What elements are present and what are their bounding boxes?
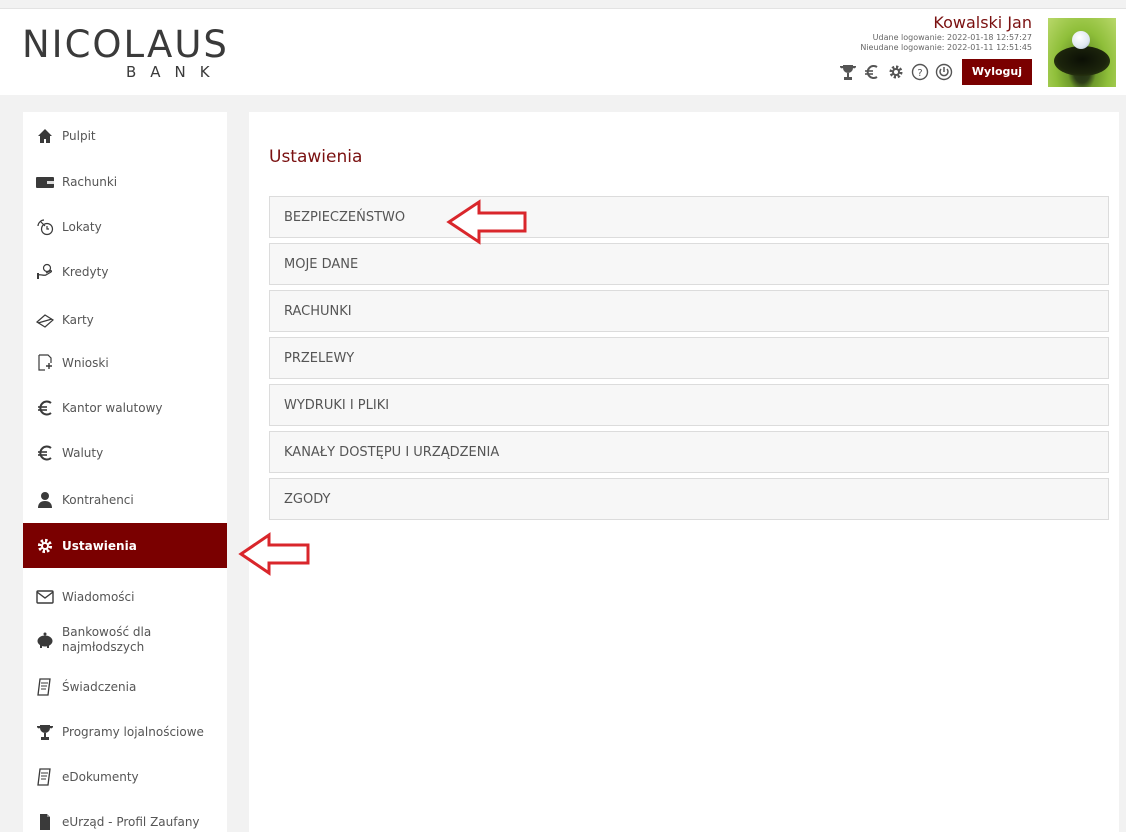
sidebar-item-label: Kontrahenci [62, 493, 134, 507]
sidebar-item-ustawienia[interactable]: Ustawienia [23, 523, 227, 568]
user-name: Kowalski Jan [933, 13, 1032, 32]
sidebar-item-kredyty[interactable]: Kredyty [23, 260, 227, 284]
sidebar-item-kantor-walutowy[interactable]: Kantor walutowy [23, 396, 227, 420]
sidebar-item-swiadczenia[interactable]: Świadczenia [23, 675, 227, 699]
settings-item-zgody[interactable]: ZGODY [269, 478, 1109, 520]
avatar[interactable] [1048, 18, 1116, 87]
success-login-info: Udane logowanie: 2022-01-18 12:57:27 [872, 33, 1032, 42]
euro-icon [36, 444, 54, 462]
trusted-profile-icon [36, 813, 54, 831]
user-info: Kowalski Jan Udane logowanie: 2022-01-18… [838, 13, 1032, 85]
logo-sub: BANK [126, 63, 224, 81]
sidebar-item-label: Lokaty [62, 220, 102, 234]
sidebar-item-lokaty[interactable]: Lokaty [23, 215, 227, 239]
sidebar-item-wnioski[interactable]: Wnioski [23, 351, 227, 375]
page-title: Ustawienia [269, 147, 363, 167]
main-panel: Ustawienia BEZPIECZEŃSTWO MOJE DANE RACH… [249, 112, 1119, 832]
sidebar-item-waluty[interactable]: Waluty [23, 441, 227, 465]
header: NICOLAUS BANK Kowalski Jan Udane logowan… [0, 9, 1126, 95]
trophy-icon[interactable] [838, 62, 858, 82]
sidebar-item-label: Rachunki [62, 175, 118, 189]
card-icon [36, 311, 54, 329]
euro-icon [36, 399, 54, 417]
settings-item-moje-dane[interactable]: MOJE DANE [269, 243, 1109, 285]
help-icon[interactable]: ? [910, 62, 930, 82]
sidebar-item-label: eUrząd - Profil Zaufany [62, 815, 200, 829]
sidebar-item-label: Ustawienia [62, 538, 137, 553]
arrow-annotation-icon [238, 532, 310, 576]
sidebar-item-label: Wnioski [62, 356, 109, 370]
settings-item-rachunki[interactable]: RACHUNKI [269, 290, 1109, 332]
sidebar: Pulpit Rachunki Lokaty Kredyty Karty Wni… [23, 112, 227, 832]
settings-item-kanaly-dostepu[interactable]: KANAŁY DOSTĘPU I URZĄDZENIA [269, 431, 1109, 473]
sidebar-item-edokumenty[interactable]: eDokumenty [23, 765, 227, 789]
svg-text:?: ? [917, 68, 922, 79]
header-icons: ? Wyloguj [838, 59, 1032, 85]
envelope-icon [36, 588, 54, 606]
piggy-bank-icon [36, 631, 54, 649]
sidebar-item-label: Karty [62, 313, 94, 327]
document-icon [36, 354, 54, 372]
sidebar-item-label-line2: najmłodszych [62, 640, 145, 654]
deposit-icon [36, 218, 54, 236]
sidebar-item-label-line1: Bankowość dla [62, 625, 152, 639]
logo-name: NICOLAUS [22, 23, 229, 66]
sidebar-item-bankowosc-dla-najmlodszych[interactable]: Bankowość dla najmłodszych [23, 620, 227, 660]
sidebar-item-kontrahenci[interactable]: Kontrahenci [23, 488, 227, 512]
arrow-annotation-icon [446, 199, 527, 245]
sidebar-item-programy-lojalnosciowe[interactable]: Programy lojalnościowe [23, 720, 227, 744]
euro-icon[interactable] [862, 62, 882, 82]
settings-item-wydruki-i-pliki[interactable]: WYDRUKI I PLIKI [269, 384, 1109, 426]
edocuments-icon [36, 768, 54, 786]
settings-item-bezpieczenstwo[interactable]: BEZPIECZEŃSTWO [269, 196, 1109, 238]
sidebar-item-label: eDokumenty [62, 770, 139, 784]
loan-icon [36, 263, 54, 281]
contacts-icon [36, 491, 54, 509]
sidebar-item-label: Programy lojalnościowe [62, 725, 204, 739]
sidebar-item-label: Waluty [62, 446, 104, 460]
gear-icon[interactable] [886, 62, 906, 82]
sidebar-item-label: Kantor walutowy [62, 401, 163, 415]
sidebar-item-eurzad-profil-zaufany[interactable]: eUrząd - Profil Zaufany [23, 810, 227, 832]
sidebar-item-label: Pulpit [62, 129, 96, 143]
wallet-icon [36, 173, 54, 191]
logout-button[interactable]: Wyloguj [961, 59, 1032, 85]
sidebar-item-rachunki[interactable]: Rachunki [23, 170, 227, 194]
settings-item-przelewy[interactable]: PRZELEWY [269, 337, 1109, 379]
failed-login-info: Nieudane logowanie: 2022-01-11 12:51:45 [860, 43, 1032, 52]
sidebar-item-wiadomosci[interactable]: Wiadomości [23, 585, 227, 609]
bank-logo[interactable]: NICOLAUS BANK [22, 23, 229, 82]
sidebar-item-label: Kredyty [62, 265, 109, 279]
trophy-icon [36, 723, 54, 741]
power-icon[interactable] [934, 62, 954, 82]
sidebar-item-pulpit[interactable]: Pulpit [23, 124, 227, 148]
sidebar-item-karty[interactable]: Karty [23, 308, 227, 332]
sidebar-item-label: Wiadomości [62, 590, 135, 604]
benefits-icon [36, 678, 54, 696]
sidebar-item-label: Świadczenia [62, 680, 137, 694]
settings-list: BEZPIECZEŃSTWO MOJE DANE RACHUNKI PRZELE… [269, 196, 1109, 525]
gear-icon [36, 537, 54, 555]
home-icon [36, 127, 54, 145]
